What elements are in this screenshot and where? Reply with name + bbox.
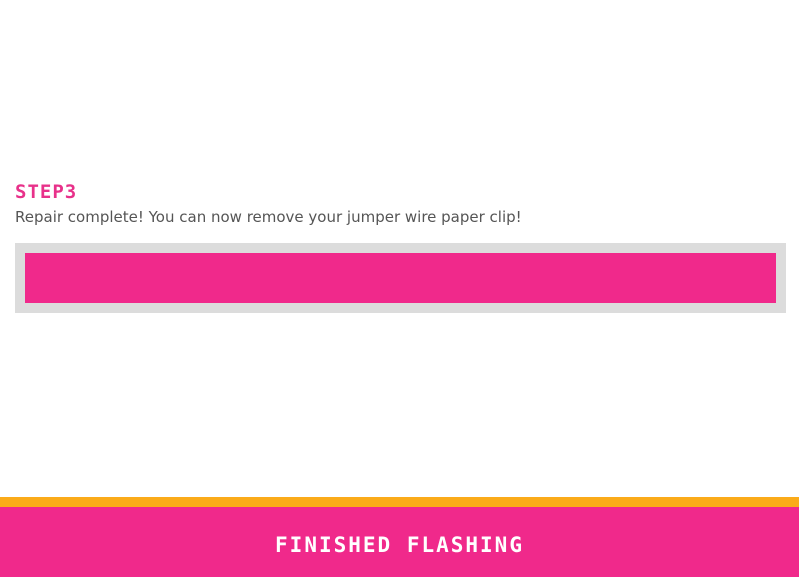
step-title: STEP3	[15, 181, 78, 203]
progress-bar	[15, 243, 786, 313]
step-description: Repair complete! You can now remove your…	[15, 208, 522, 226]
finished-flashing-button[interactable]: FINISHED FLASHING	[0, 497, 799, 577]
progress-bar-fill	[25, 253, 776, 303]
flash-page: STEP3 Repair complete! You can now remov…	[0, 0, 799, 577]
step-section: STEP3 Repair complete! You can now remov…	[15, 180, 786, 227]
finished-flashing-label: FINISHED FLASHING	[275, 533, 524, 557]
